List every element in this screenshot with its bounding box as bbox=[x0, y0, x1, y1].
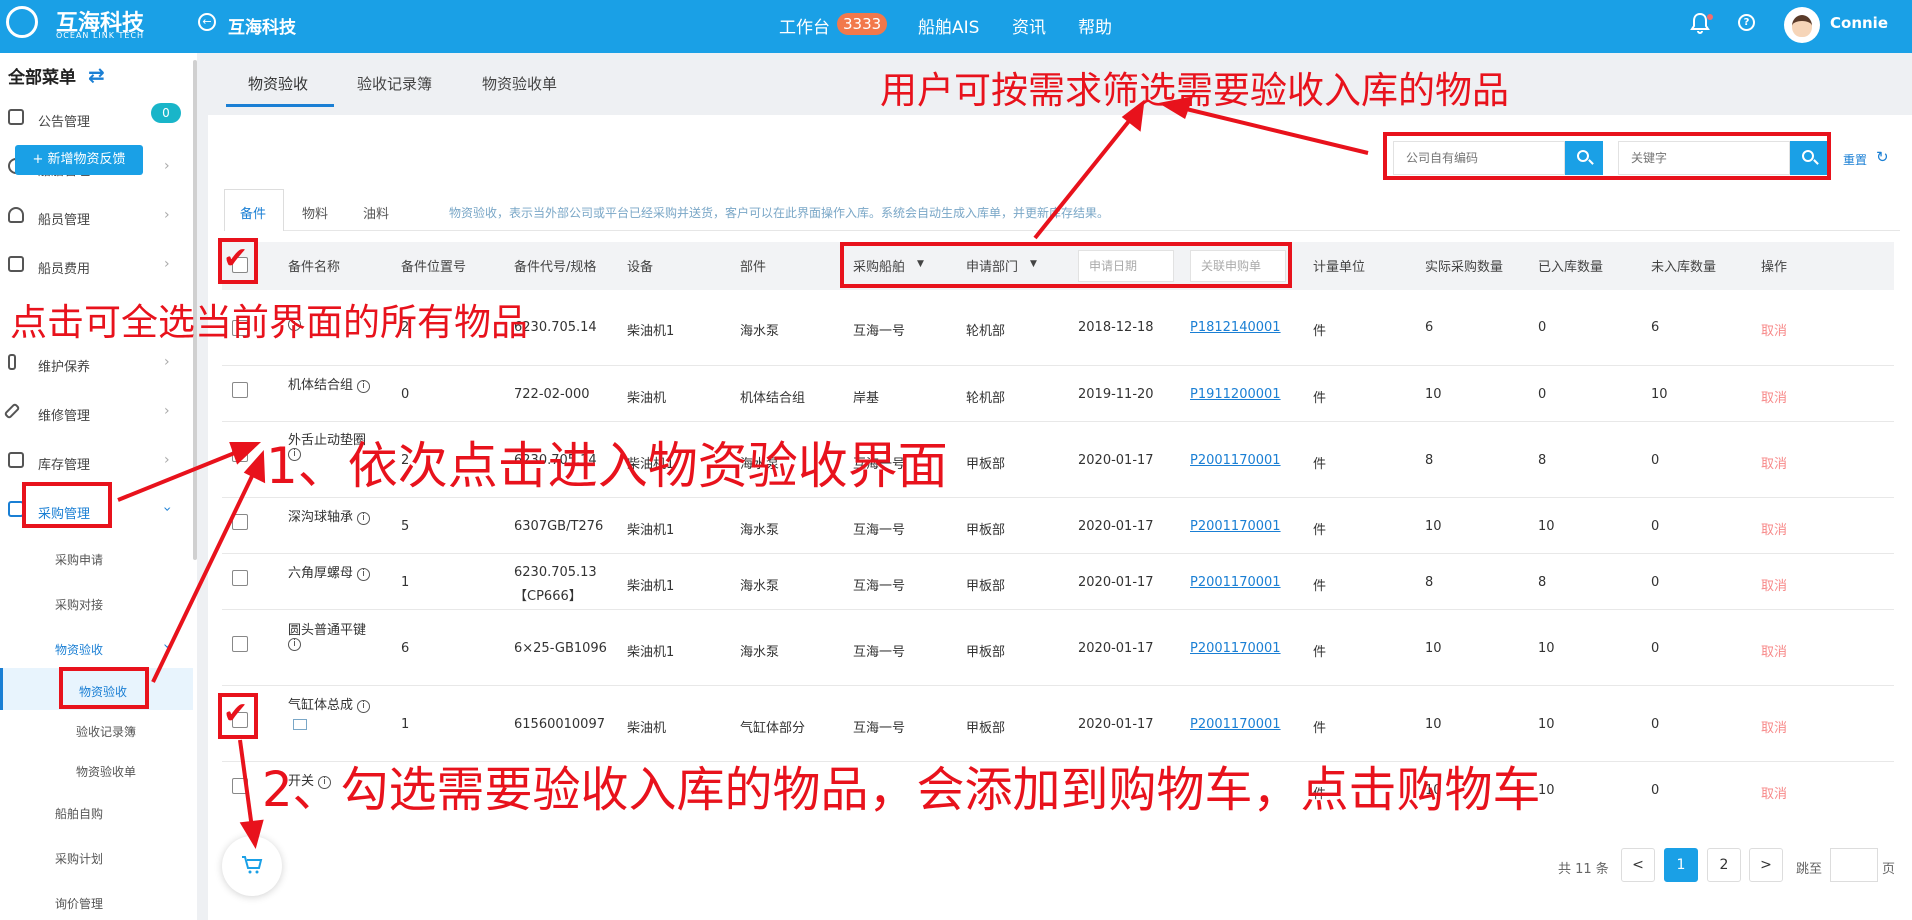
annotation-select-all: 点击可全选当前界面的所有物品 bbox=[10, 301, 528, 344]
arrow-head bbox=[243, 449, 266, 484]
arrow-line bbox=[1033, 114, 1135, 240]
annotation-step2: 2、勾选需要验收入库的物品，会添加到购物车，点击购物车 bbox=[262, 762, 1541, 818]
arrow-head bbox=[229, 442, 262, 465]
arrow-line bbox=[117, 448, 243, 502]
arrow-head bbox=[239, 819, 264, 850]
arrow-line bbox=[151, 469, 257, 683]
annotation-step1: 1、依次点击进入物资验收界面 bbox=[266, 437, 948, 495]
annotation-filter: 用户可按需求筛选需要验收入库的物品 bbox=[880, 69, 1509, 112]
arrow-line bbox=[238, 739, 254, 829]
